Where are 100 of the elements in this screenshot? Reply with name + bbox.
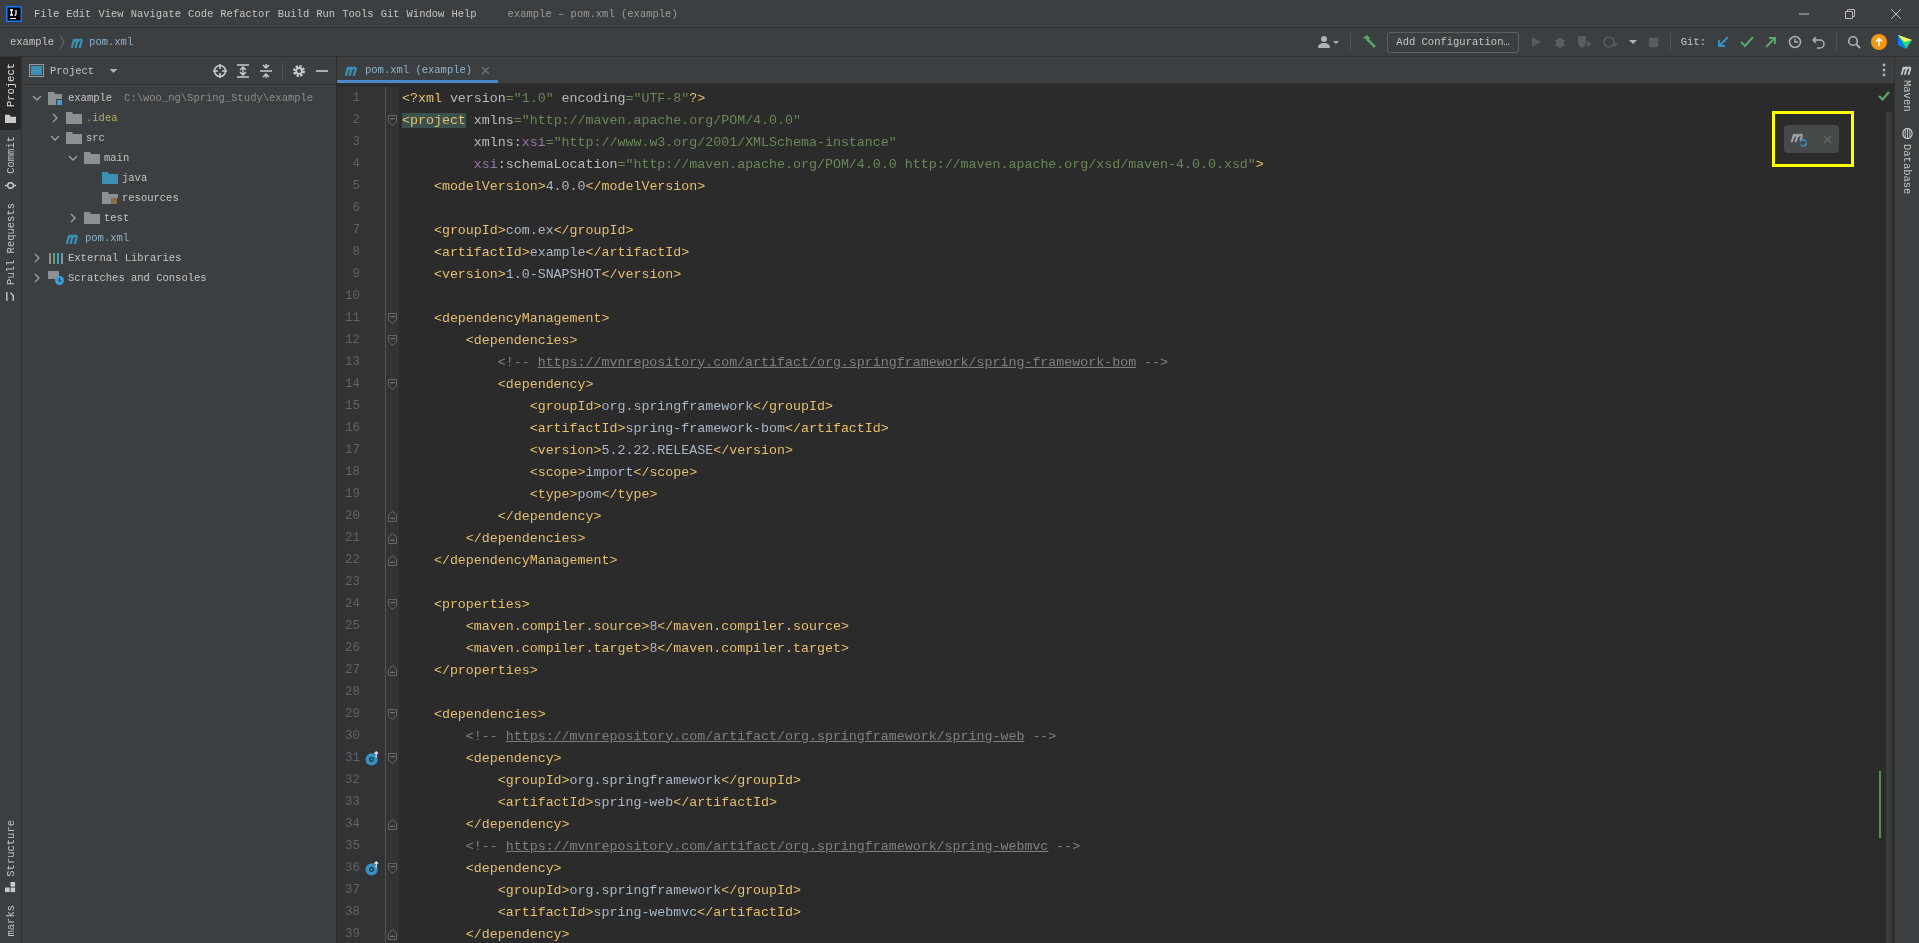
fold-marker-icon[interactable] — [388, 334, 397, 346]
breadcrumb-item[interactable]: example — [10, 36, 55, 48]
tool-window-tab[interactable]: Structure — [0, 813, 21, 900]
user-icon[interactable] — [1318, 35, 1341, 49]
more-icon[interactable] — [1882, 63, 1886, 77]
chevron-icon[interactable] — [68, 213, 78, 223]
chevron-icon[interactable] — [50, 133, 60, 143]
chevron-icon[interactable] — [32, 273, 42, 283]
locate-icon[interactable] — [213, 63, 227, 78]
caret-icon[interactable] — [109, 67, 119, 74]
chevron-icon[interactable] — [32, 93, 42, 103]
collapse-all-icon[interactable] — [259, 63, 273, 78]
tree-item-label[interactable]: java — [122, 172, 148, 184]
settings-icon[interactable] — [292, 63, 306, 78]
tool-window-tab[interactable]: marks — [0, 899, 21, 943]
panel-title[interactable]: Project — [50, 64, 95, 77]
menu-item[interactable]: Window — [406, 7, 445, 20]
code-line: <?xml version="1.0" encoding="UTF-8"?> — [401, 90, 706, 106]
maven-reload-icon[interactable] — [1791, 131, 1809, 147]
breadcrumb-item[interactable]: pom.xml — [89, 36, 134, 48]
history-clock-icon[interactable] — [1788, 35, 1802, 49]
code-line: <version>1.0-SNAPSHOT</version> — [432, 266, 682, 282]
menu-item[interactable]: Run — [316, 7, 336, 20]
gutter-marker-icon[interactable] — [365, 750, 380, 766]
update-arrow-icon[interactable] — [1716, 35, 1730, 49]
menu-item[interactable]: Git — [380, 7, 400, 20]
menu-item[interactable]: Help — [451, 7, 477, 20]
tree-item-label[interactable]: .idea — [86, 112, 118, 124]
update-badge-icon[interactable] — [1871, 34, 1887, 50]
close-icon[interactable] — [481, 65, 491, 75]
fold-marker-icon[interactable] — [388, 510, 397, 522]
tool-window-icon — [5, 113, 16, 125]
tool-window-tab[interactable]: Pull Requests — [0, 196, 21, 308]
check-icon — [1878, 91, 1890, 101]
tree-item-label[interactable]: External Libraries — [68, 252, 182, 264]
code-line: <modelVersion>4.0.0</modelVersion> — [432, 178, 706, 194]
tree-item-label[interactable]: test — [104, 212, 130, 224]
tree-item-label[interactable]: pom.xml — [85, 232, 130, 244]
app-logo-icon — [6, 5, 22, 22]
structure-icon — [5, 882, 16, 894]
editor-tab[interactable]: pom.xml (example) — [337, 57, 499, 83]
tree-item-label[interactable]: main — [104, 152, 130, 164]
git-label: Git: — [1680, 36, 1706, 48]
gutter-marker-icon[interactable] — [365, 860, 380, 876]
fold-marker-icon[interactable] — [388, 752, 397, 764]
fold-marker-icon[interactable] — [388, 378, 397, 390]
code-line: <!-- https://mvnrepository.com/artifact/org.springframework/spring-web --> — [464, 728, 1057, 744]
code-line: <dependencies> — [432, 706, 546, 722]
menu-item[interactable]: Refactor — [220, 7, 271, 20]
menu-item[interactable]: Navigate — [130, 7, 182, 20]
menu-item[interactable]: Code — [188, 7, 214, 20]
add-configuration-button[interactable]: Add Configuration… — [1387, 31, 1519, 53]
panel-icon — [29, 64, 44, 77]
menu-item[interactable]: Tools — [342, 7, 374, 20]
code-line: <groupId>org.springframework</groupId> — [496, 882, 801, 898]
code-line: <dependency> — [464, 750, 562, 766]
search-icon[interactable] — [1847, 35, 1861, 49]
fold-marker-icon[interactable] — [388, 708, 397, 720]
fold-marker-icon[interactable] — [388, 862, 397, 874]
fold-marker-icon[interactable] — [388, 818, 397, 830]
code-line: <artifactId>example</artifactId> — [432, 244, 690, 260]
close-icon[interactable] — [1890, 7, 1902, 20]
fold-marker-icon[interactable] — [388, 928, 397, 940]
menu-item[interactable]: View — [98, 7, 124, 20]
code-line: <scope>import</scope> — [528, 464, 698, 480]
fold-marker-icon[interactable] — [388, 664, 397, 676]
database-icon — [1901, 127, 1913, 139]
fold-marker-icon[interactable] — [388, 598, 397, 610]
tree-item-label[interactable]: resources — [122, 192, 179, 204]
change-marker — [1879, 771, 1881, 838]
tree-item-label[interactable]: src — [86, 132, 105, 144]
push-arrow-icon[interactable] — [1764, 35, 1778, 49]
chevron-icon[interactable] — [50, 113, 60, 123]
menu-item[interactable]: File — [34, 7, 60, 20]
caret-icon[interactable] — [1628, 39, 1637, 45]
tool-window-tab[interactable]: Database — [1895, 119, 1919, 202]
tool-window-tab[interactable]: Maven — [1895, 57, 1919, 120]
tree-item-label[interactable]: Scratches and Consoles — [68, 272, 207, 284]
code-line: </dependencyManagement> — [432, 552, 618, 568]
expand-all-icon[interactable] — [236, 63, 250, 78]
tool-window-tab[interactable]: Commit — [0, 130, 21, 197]
toolbox-logo-icon[interactable] — [1897, 34, 1913, 50]
fold-marker-icon[interactable] — [388, 532, 397, 544]
check-icon[interactable] — [1740, 35, 1754, 49]
menu-item[interactable]: Edit — [66, 7, 92, 20]
fold-marker-icon[interactable] — [388, 114, 397, 126]
restore-icon[interactable] — [1844, 7, 1856, 20]
folder-icon — [84, 151, 100, 165]
fold-marker-icon[interactable] — [388, 554, 397, 566]
chevron-icon[interactable] — [68, 153, 78, 163]
revert-icon[interactable] — [1812, 35, 1826, 49]
folder-icon — [84, 211, 100, 225]
menu-item[interactable]: Build — [277, 7, 310, 20]
maven-icon — [345, 64, 360, 76]
chevron-icon[interactable] — [32, 253, 42, 263]
tool-window-tab[interactable]: Project — [0, 57, 21, 131]
fold-marker-icon[interactable] — [388, 312, 397, 324]
hammer-icon[interactable] — [1361, 34, 1378, 50]
code-line: </dependency> — [464, 816, 570, 832]
tree-item-label[interactable]: example — [68, 92, 113, 104]
